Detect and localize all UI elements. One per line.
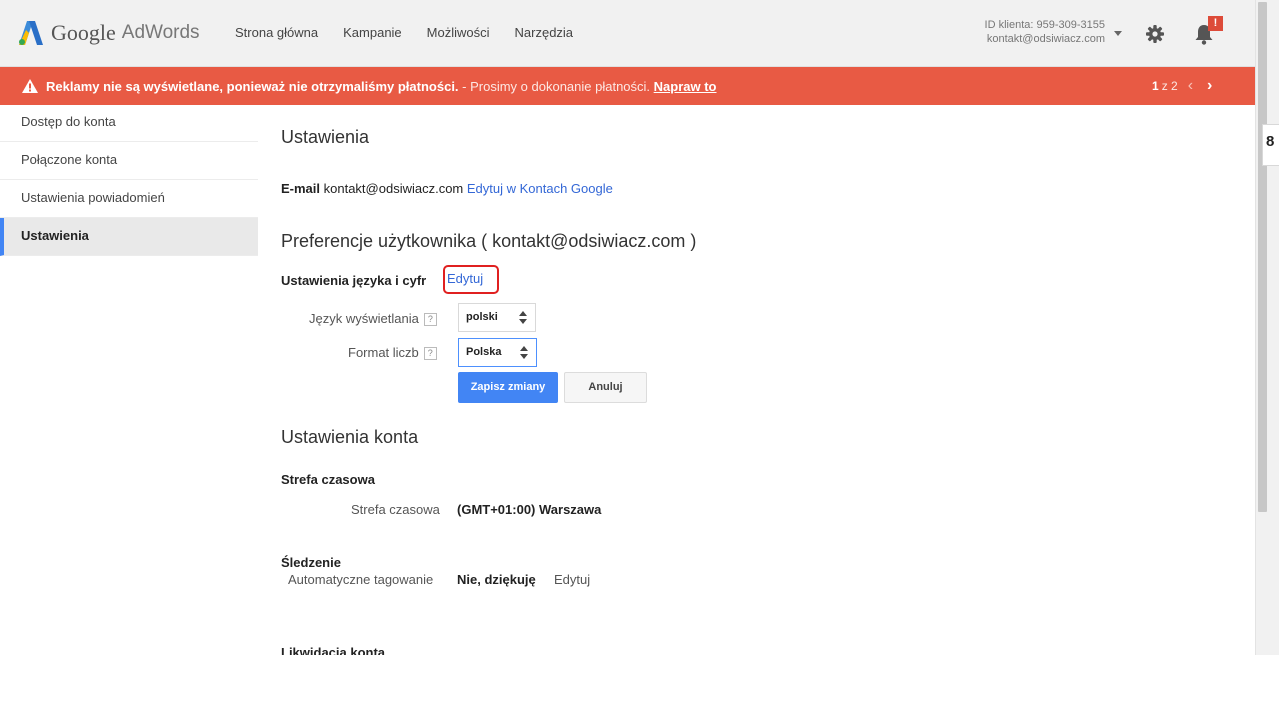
- display-language-select[interactable]: polski: [458, 303, 536, 332]
- timezone-value: (GMT+01:00) Warszawa: [457, 502, 602, 517]
- account-closure-label: Likwidacja konta: [281, 645, 386, 655]
- timezone-label: Strefa czasowa: [351, 502, 440, 517]
- help-icon[interactable]: ?: [423, 347, 437, 361]
- pager-current: 1: [1152, 79, 1159, 93]
- auto-tagging-label: Automatyczne tagowanie: [288, 572, 434, 587]
- nav-tools[interactable]: Narzędzia: [515, 25, 574, 40]
- client-info[interactable]: ID klienta: 959-309-3155 kontakt@odsiwia…: [958, 18, 1105, 46]
- chevron-left-icon[interactable]: ‹: [1188, 78, 1193, 94]
- account-settings-title: Ustawienia konta: [281, 427, 419, 447]
- save-changes-button[interactable]: Zapisz zmiany: [458, 372, 558, 403]
- client-email: kontakt@odsiwiacz.com: [986, 33, 1105, 45]
- tracking-section-label: Śledzenie: [281, 555, 341, 570]
- language-edit-link[interactable]: Edytuj: [443, 265, 499, 294]
- auto-tagging-edit-link[interactable]: Edytuj: [554, 572, 590, 587]
- payment-alert-bar: Reklamy nie są wyświetlane, ponieważ nie…: [0, 67, 1255, 105]
- timezone-section-label: Strefa czasowa: [281, 472, 375, 487]
- nav-home[interactable]: Strona główna: [235, 25, 318, 40]
- user-preferences-title: Preferencje użytkownika ( kontakt@odsiwi…: [281, 231, 697, 251]
- chevron-right-icon[interactable]: ›: [1207, 78, 1212, 94]
- alert-pager: 1 z 2 ‹ ›: [1152, 78, 1212, 94]
- main-nav: Strona główna Kampanie Możliwości Narzęd…: [235, 25, 598, 40]
- alert-sub-text: - Prosimy o dokonanie płatności.: [458, 79, 654, 94]
- adwords-app: Google AdWords Strona główna Kampanie Mo…: [0, 0, 1279, 655]
- display-language-label: Język wyświetlania?: [309, 311, 437, 327]
- auto-tagging-value: Nie, dziękuję: [457, 572, 536, 587]
- fix-it-link[interactable]: Napraw to: [654, 79, 717, 94]
- gear-icon[interactable]: [1145, 24, 1165, 44]
- page-title: Ustawienia: [281, 127, 370, 147]
- number-format-label: Format liczb?: [348, 345, 437, 361]
- edit-in-google-accounts-link[interactable]: Edytuj w Kontach Google: [467, 181, 613, 196]
- display-language-value: polski: [466, 311, 498, 323]
- page-scrollbar-thumb[interactable]: [1258, 2, 1267, 512]
- client-id: ID klienta: 959-309-3155: [984, 19, 1105, 31]
- select-arrows-icon: [519, 311, 527, 324]
- settings-sidebar: Dostęp do konta Połączone konta Ustawien…: [0, 105, 258, 256]
- number-format-select[interactable]: Polska: [458, 338, 537, 367]
- email-label: E-mail: [281, 181, 321, 196]
- warning-icon: [22, 79, 38, 93]
- email-row: E-mail kontakt@odsiwiacz.com Edytuj w Ko…: [281, 181, 613, 196]
- select-arrows-icon: [520, 346, 528, 359]
- notification-badge[interactable]: !: [1208, 16, 1223, 31]
- sidebar-item-account-access[interactable]: Dostęp do konta: [0, 105, 258, 142]
- adwords-logo[interactable]: Google AdWords: [18, 20, 200, 46]
- nav-opportunities[interactable]: Możliwości: [427, 25, 490, 40]
- side-feedback-tab[interactable]: 8: [1262, 124, 1279, 166]
- number-format-label-text: Format liczb: [348, 345, 419, 360]
- help-icon[interactable]: ?: [423, 313, 437, 327]
- cancel-button[interactable]: Anuluj: [564, 372, 647, 403]
- display-language-label-text: Język wyświetlania: [309, 311, 419, 326]
- nav-campaigns[interactable]: Kampanie: [343, 25, 402, 40]
- adwords-logo-icon: [19, 21, 43, 45]
- sidebar-item-settings[interactable]: Ustawienia: [0, 218, 258, 256]
- sidebar-item-notification-settings[interactable]: Ustawienia powiadomień: [0, 180, 258, 218]
- email-value: kontakt@odsiwiacz.com: [320, 181, 467, 196]
- sidebar-item-linked-accounts[interactable]: Połączone konta: [0, 142, 258, 180]
- number-format-value: Polska: [466, 346, 502, 358]
- logo-google-text: Google: [51, 20, 116, 45]
- alert-bold-text: Reklamy nie są wyświetlane, ponieważ nie…: [46, 79, 459, 94]
- alert-message: Reklamy nie są wyświetlane, ponieważ nie…: [46, 79, 717, 94]
- pager-total: z 2: [1161, 79, 1178, 93]
- top-header: Google AdWords Strona główna Kampanie Mo…: [0, 0, 1255, 67]
- language-settings-label: Ustawienia języka i cyfr: [281, 273, 427, 288]
- chevron-down-icon[interactable]: [1114, 31, 1122, 36]
- logo-product-text: AdWords: [121, 22, 200, 43]
